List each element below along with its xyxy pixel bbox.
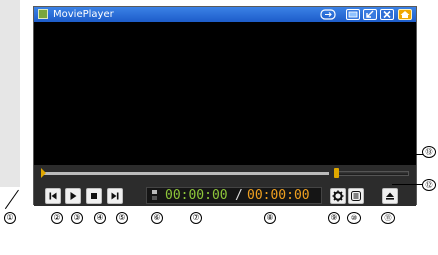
- callout-12: ⑫: [422, 179, 436, 191]
- seek-bar[interactable]: [43, 172, 329, 175]
- movie-player-window: MoviePlayer 00:00:00 / 00:00:00: [33, 6, 417, 206]
- home-icon[interactable]: [398, 9, 412, 20]
- callout-4: ④: [94, 212, 106, 224]
- callout-5: ⑤: [116, 212, 128, 224]
- time-separator: /: [235, 188, 243, 203]
- callout-8: ⑧: [264, 212, 276, 224]
- total-time: 00:00:00: [247, 188, 310, 203]
- list-icon: [351, 191, 361, 201]
- play-icon: [70, 192, 77, 200]
- callout-10: ⑩: [347, 212, 361, 224]
- display-mode-icon[interactable]: [319, 9, 337, 20]
- current-time: 00:00:00: [165, 188, 228, 203]
- time-mode-icon[interactable]: [152, 190, 157, 200]
- window-title: MoviePlayer: [53, 9, 114, 20]
- previous-button[interactable]: [45, 188, 61, 204]
- callout-2: ②: [51, 212, 63, 224]
- skip-previous-icon: [49, 192, 57, 200]
- callout-13: ⑬: [422, 146, 436, 158]
- callout-3: ③: [71, 212, 83, 224]
- screen-icon[interactable]: [346, 9, 360, 20]
- playlist-button[interactable]: [348, 188, 364, 204]
- gear-icon: [332, 190, 344, 202]
- volume-thumb[interactable]: [334, 168, 339, 178]
- settings-button[interactable]: [330, 188, 346, 204]
- video-display[interactable]: [34, 22, 416, 165]
- volume-bar[interactable]: [334, 171, 409, 176]
- stop-button[interactable]: [86, 188, 102, 204]
- app-icon: [38, 9, 48, 19]
- seek-area: [34, 165, 416, 182]
- callout-1: ①: [4, 212, 16, 224]
- skip-next-icon: [111, 192, 119, 200]
- callout-6: ⑥: [151, 212, 163, 224]
- close-icon[interactable]: [380, 9, 394, 20]
- next-button[interactable]: [107, 188, 123, 204]
- callout-11: ⑪: [381, 212, 395, 224]
- minimize-icon[interactable]: [363, 9, 377, 20]
- control-bar: 00:00:00 / 00:00:00: [34, 182, 416, 206]
- callout-9: ⑨: [328, 212, 340, 224]
- time-display: 00:00:00 / 00:00:00: [146, 187, 322, 204]
- eject-button[interactable]: [382, 188, 398, 204]
- side-panel: [0, 0, 20, 187]
- callout-7: ⑦: [190, 212, 202, 224]
- title-bar: MoviePlayer: [34, 7, 416, 22]
- stop-icon: [91, 193, 97, 199]
- seek-thumb[interactable]: [41, 168, 46, 178]
- eject-icon: [386, 192, 394, 200]
- play-button[interactable]: [65, 188, 81, 204]
